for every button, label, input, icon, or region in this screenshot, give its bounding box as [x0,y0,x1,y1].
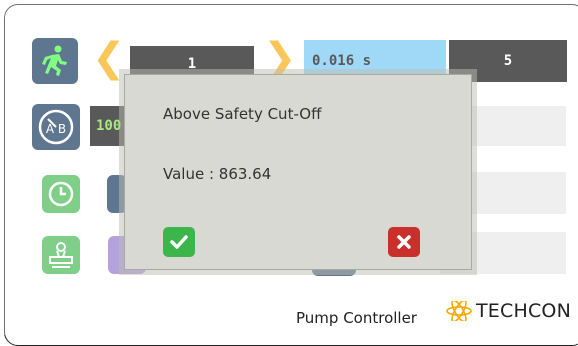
confirm-button[interactable] [163,227,195,257]
check-icon [170,235,188,249]
brand-logo: TECHCON [445,300,571,322]
close-icon [397,235,411,249]
techcon-logo-icon [446,301,472,321]
cancel-button[interactable] [388,227,420,257]
footer-label: Pump Controller [296,309,417,327]
safety-cutoff-dialog: Above Safety Cut-Off Value : 863.64 [124,74,472,270]
dialog-title: Above Safety Cut-Off [163,105,322,123]
dialog-value: Value : 863.64 [163,165,272,183]
brand-name: TECHCON [476,300,571,322]
